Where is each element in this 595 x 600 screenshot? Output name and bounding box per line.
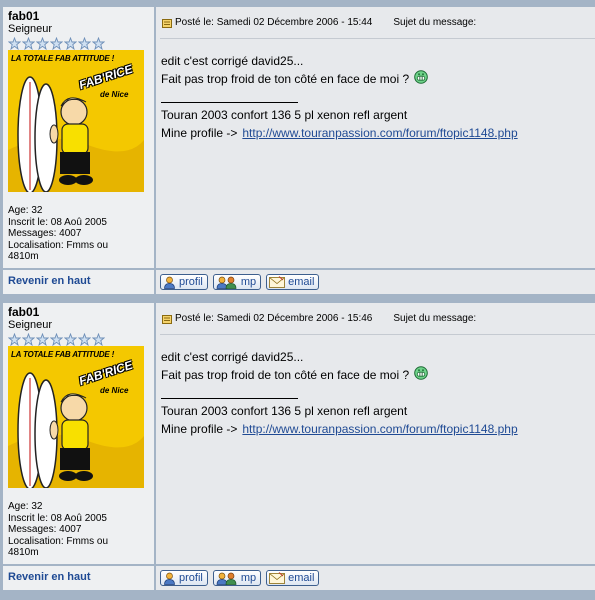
header-divider [160, 334, 595, 335]
signature-link-line: Mine profile -> http://www.touranpassion… [161, 124, 518, 142]
users-icon [216, 276, 237, 289]
rank-stars [8, 333, 149, 346]
profile-button[interactable]: profil [160, 570, 208, 586]
author-age: Age: 32 [8, 205, 43, 216]
grin-smiley-icon [414, 70, 428, 84]
star-icon [50, 333, 63, 346]
star-icon [36, 37, 49, 50]
signature-prefix: Mine profile -> [161, 422, 238, 436]
author-message-count: Messages: 4007 [8, 228, 82, 240]
post-header: Posté le: Samedi 02 Décembre 2006 - 15:4… [162, 312, 476, 326]
star-icon [78, 37, 91, 50]
author-location: Localisation: Fmms ou [8, 239, 109, 251]
author-location-cont: 4810m [8, 251, 39, 263]
author-panel: fab01 Seigneur LA TOTALE FAB ATTITUDE ! … [3, 303, 154, 564]
back-to-top-link[interactable]: Revenir en haut [8, 571, 91, 583]
star-icon [92, 333, 105, 346]
grin-smiley-icon [414, 366, 428, 380]
profile-button-label: profil [179, 276, 203, 288]
email-button[interactable]: email [266, 274, 320, 290]
post-text-line-with-smiley: Fait pas trop froid de ton côté en face … [161, 366, 518, 384]
profile-button[interactable]: profil [160, 274, 208, 290]
post-subject-label: Sujet du message: [393, 313, 477, 324]
post-date: Posté le: Samedi 02 Décembre 2006 - 15:4… [175, 17, 373, 28]
back-to-top-link[interactable]: Revenir en haut [8, 275, 91, 287]
post-icon[interactable] [162, 18, 172, 28]
star-icon [22, 37, 35, 50]
post-action-buttons: profil mp email [160, 274, 320, 290]
post-date: Posté le: Samedi 02 Décembre 2006 - 15:4… [175, 313, 373, 324]
signature-line: Touran 2003 confort 136 5 pl xenon refl … [161, 108, 408, 122]
post-footer-left: Revenir en haut [3, 270, 154, 294]
post-subject-label: Sujet du message: [393, 17, 477, 28]
signature-divider [161, 102, 298, 103]
star-icon [8, 333, 21, 346]
author-message-count: Messages: 4007 [8, 524, 82, 536]
star-icon [36, 333, 49, 346]
header-divider [160, 38, 595, 39]
user-icon [164, 572, 175, 585]
star-icon [92, 37, 105, 50]
post-body: edit c'est corrigé david25... Fait pas t… [161, 52, 518, 142]
signature-line: Touran 2003 confort 136 5 pl xenon refl … [161, 404, 408, 418]
rank-stars [8, 37, 149, 50]
email-button-label: email [288, 572, 315, 584]
star-icon [22, 333, 35, 346]
user-icon [164, 276, 175, 289]
envelope-icon [269, 276, 286, 288]
star-icon [8, 37, 21, 50]
author-avatar: LA TOTALE FAB ATTITUDE ! FAB'RICE de Nic… [8, 50, 144, 192]
profile-button-label: profil [179, 572, 203, 584]
post-icon[interactable] [162, 314, 172, 324]
forum-thread: fab01 Seigneur LA TOTALE FAB ATTITUDE ! … [0, 0, 595, 600]
author-joined: Inscrit le: 08 Aoû 2005 [8, 512, 107, 524]
users-icon [216, 572, 237, 585]
pm-button-label: mp [240, 276, 257, 288]
author-rank: Seigneur [8, 23, 53, 35]
author-username[interactable]: fab01 [8, 9, 149, 23]
post-text-line-with-smiley: Fait pas trop froid de ton côté en face … [161, 70, 518, 88]
email-button[interactable]: email [266, 570, 320, 586]
pm-button[interactable]: mp [212, 570, 262, 586]
avatar-slogan: LA TOTALE FAB ATTITUDE ! [11, 350, 115, 359]
post-footer-left: Revenir en haut [3, 566, 154, 590]
author-joined: Inscrit le: 08 Aoû 2005 [8, 216, 107, 228]
message-panel: Posté le: Samedi 02 Décembre 2006 - 15:4… [156, 7, 595, 268]
author-location: Localisation: Fmms ou [8, 535, 109, 547]
post-header: Posté le: Samedi 02 Décembre 2006 - 15:4… [162, 16, 476, 30]
signature-divider [161, 398, 298, 399]
author-avatar: LA TOTALE FAB ATTITUDE ! FAB'RICE de Nic… [8, 346, 144, 488]
author-age: Age: 32 [8, 501, 43, 512]
message-panel: Posté le: Samedi 02 Décembre 2006 - 15:4… [156, 303, 595, 564]
star-icon [78, 333, 91, 346]
signature-link-line: Mine profile -> http://www.touranpassion… [161, 420, 518, 438]
avatar-slogan: LA TOTALE FAB ATTITUDE ! [11, 54, 115, 63]
author-details: Age: 32 Inscrit le: 08 Aoû 2005 Messages… [8, 501, 148, 559]
author-location-cont: 4810m [8, 547, 39, 559]
pm-button[interactable]: mp [212, 274, 262, 290]
star-icon [64, 37, 77, 50]
post-text-line: edit c'est corrigé david25... [161, 350, 304, 364]
email-button-label: email [288, 276, 315, 288]
post-text: Fait pas trop froid de ton côté en face … [161, 72, 410, 86]
signature-link[interactable]: http://www.touranpassion.com/forum/ftopi… [242, 124, 517, 142]
post-footer-actions: profil mp email [156, 566, 595, 590]
post-action-buttons: profil mp email [160, 570, 320, 586]
avatar-city: de Nice [100, 386, 129, 395]
post-body: edit c'est corrigé david25... Fait pas t… [161, 348, 518, 438]
post-footer-actions: profil mp email [156, 270, 595, 294]
star-icon [64, 333, 77, 346]
signature-link[interactable]: http://www.touranpassion.com/forum/ftopi… [242, 420, 517, 438]
pm-button-label: mp [240, 572, 257, 584]
star-icon [50, 37, 63, 50]
post-text: Fait pas trop froid de ton côté en face … [161, 368, 410, 382]
signature-prefix: Mine profile -> [161, 126, 238, 140]
post-text-line: edit c'est corrigé david25... [161, 54, 304, 68]
author-rank: Seigneur [8, 319, 53, 331]
author-panel: fab01 Seigneur LA TOTALE FAB ATTITUDE ! … [3, 7, 154, 268]
avatar-city: de Nice [100, 90, 129, 99]
envelope-icon [269, 572, 286, 584]
author-details: Age: 32 Inscrit le: 08 Aoû 2005 Messages… [8, 205, 148, 263]
author-username[interactable]: fab01 [8, 305, 149, 319]
